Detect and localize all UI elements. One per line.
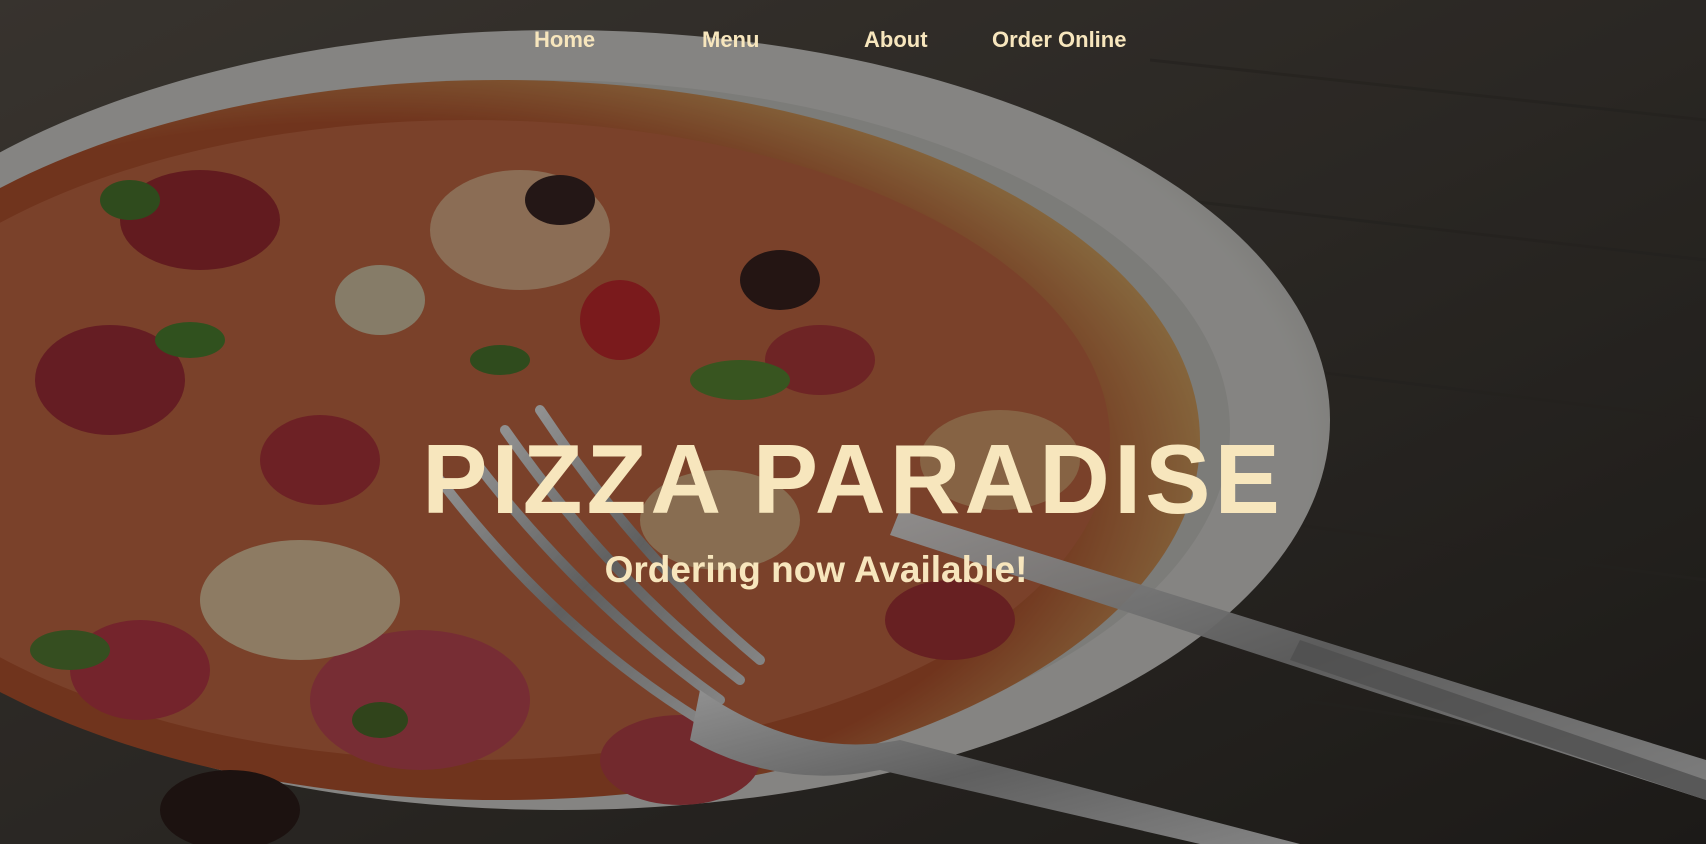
nav-link-about[interactable]: About <box>864 24 928 56</box>
nav-link-order-online[interactable]: Order Online <box>992 24 1126 56</box>
hero-subtitle: Ordering now Available! <box>604 549 1028 590</box>
nav-link-home[interactable]: Home <box>534 24 595 56</box>
main-navigation: Home Menu About Order Online <box>0 24 1706 56</box>
hero-title: PIZZA PARADISE <box>422 424 1284 534</box>
hero-section: Home Menu About Order Online PIZZA PARAD… <box>0 0 1706 844</box>
dark-overlay <box>0 0 1706 844</box>
nav-link-menu[interactable]: Menu <box>702 24 759 56</box>
